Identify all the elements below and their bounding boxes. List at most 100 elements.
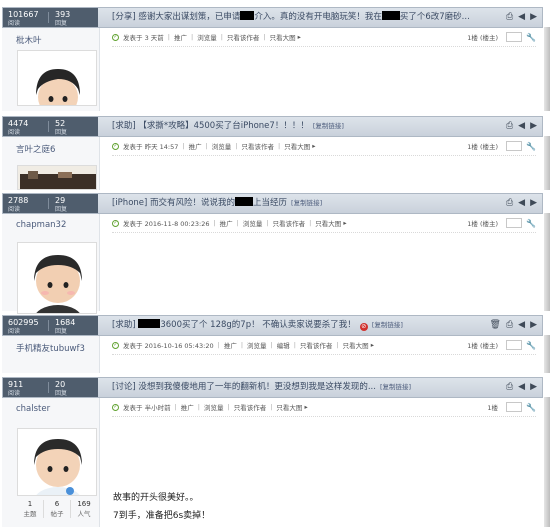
post-dot-icon: ✓ bbox=[112, 341, 119, 349]
post-header: 2788 阅读 29 回复 [iPhone] 而交有风险！说说我的 上当经历 [复制链接… bbox=[2, 193, 543, 214]
jump-input[interactable] bbox=[506, 402, 523, 412]
thread-tools: 🗑 ⎙ ◀ ▶ bbox=[482, 316, 542, 335]
post-stats: 4474 阅读 52 回复 bbox=[3, 117, 98, 136]
post-dot-icon: ✓ bbox=[112, 33, 119, 41]
thread-title[interactable]: [讨论] 没想到我傻傻地用了一年的翻新机！更没想到我是这样发现的... [复制链接… bbox=[98, 378, 490, 397]
jump-input[interactable] bbox=[506, 32, 523, 42]
deny-icon: ⊘ bbox=[359, 323, 368, 331]
author-sidebar: 手机精友tubuwf3 bbox=[2, 336, 100, 373]
next-arrow-icon[interactable]: ▶ bbox=[530, 194, 537, 213]
topics-stat[interactable]: 1 主题 bbox=[17, 500, 44, 518]
post-header: 4474 阅读 52 回复 [求助] 【求撕*攻略】4500买了台iPhone7！！… bbox=[2, 116, 543, 137]
author-sidebar: 言叶之庭6 bbox=[2, 137, 100, 190]
prev-arrow-icon[interactable]: ◀ bbox=[518, 8, 525, 27]
post-stats: 911 阅读 20 回复 bbox=[3, 378, 98, 397]
thread-title[interactable]: [求助] 【求撕*攻略】4500买了台iPhone7！！！！ [复制链接] bbox=[98, 117, 490, 136]
next-arrow-icon[interactable]: ▶ bbox=[530, 378, 537, 397]
post-dot-icon: ✓ bbox=[112, 219, 119, 227]
thread-title[interactable]: [iPhone] 而交有风险！说说我的 上当经历 [复制链接] bbox=[98, 194, 490, 213]
thread-tools: ⎙ ◀ ▶ bbox=[490, 194, 542, 213]
post-3: 2788 阅读 29 回复 [iPhone] 而交有风险！说说我的 上当经历 [复制链接… bbox=[0, 193, 550, 314]
wrench-icon[interactable]: 🔧 bbox=[526, 142, 536, 151]
popularity-stat[interactable]: 169 人气 bbox=[71, 500, 97, 518]
copy-link[interactable]: [复制链接] bbox=[380, 383, 411, 391]
prev-arrow-icon[interactable]: ◀ bbox=[518, 117, 525, 136]
author-name[interactable]: 枇木叶 bbox=[16, 34, 42, 46]
post-header: 602995 阅读 1684 回复 [求助] 3600买了个 128g的7p！ 不确… bbox=[2, 315, 543, 336]
post-meta-bar: ✓ 发表于 3 天前 | 推广 | 浏览量 | 只看该作者 | 只看大图 ▸ 1楼 (楼… bbox=[112, 28, 536, 47]
post-header: 911 阅读 20 回复 [讨论] 没想到我傻傻地用了一年的翻新机！更没想到我是这样… bbox=[2, 377, 543, 398]
post-dot-icon: ✓ bbox=[112, 403, 119, 411]
redaction-bar bbox=[138, 319, 161, 328]
jump-input[interactable] bbox=[506, 218, 523, 228]
floor-label: 1楼 bbox=[487, 404, 499, 412]
copy-link[interactable]: [复制链接] bbox=[372, 321, 403, 329]
post-5: 911 阅读 20 回复 [讨论] 没想到我傻傻地用了一年的翻新机！更没想到我是这样… bbox=[0, 377, 550, 527]
print-icon[interactable]: ⎙ bbox=[506, 316, 513, 335]
author-sidebar: chapman32 bbox=[2, 214, 100, 314]
redaction-bar bbox=[235, 197, 254, 206]
views-stat: 2788 阅读 bbox=[8, 196, 29, 213]
wrench-icon[interactable]: 🔧 bbox=[526, 403, 536, 412]
replies-stat: 52 回复 bbox=[48, 117, 97, 136]
post-stats: 602995 阅读 1684 回复 bbox=[3, 316, 98, 335]
prev-arrow-icon[interactable]: ◀ bbox=[518, 194, 525, 213]
thread-title[interactable]: [求助] 3600买了个 128g的7p！ 不确认卖家说要杀了我！ ⊘ [复制链接] bbox=[98, 316, 482, 335]
views-stat: 602995 阅读 bbox=[8, 318, 39, 335]
post-stats: 2788 阅读 29 回复 bbox=[3, 194, 98, 213]
thread-tools: ⎙ ◀ ▶ bbox=[490, 117, 542, 136]
avatar[interactable] bbox=[17, 242, 97, 314]
wrench-icon[interactable]: 🔧 bbox=[526, 219, 536, 228]
views-stat: 4474 阅读 bbox=[8, 119, 29, 136]
next-arrow-icon[interactable]: ▶ bbox=[530, 316, 537, 335]
floor-label: 1楼 (楼主) bbox=[467, 143, 499, 151]
next-arrow-icon[interactable]: ▶ bbox=[530, 8, 537, 27]
post-body-line-1: 故事的开头很美好。。 bbox=[113, 493, 199, 503]
avatar[interactable] bbox=[17, 165, 97, 190]
views-stat: 911 阅读 bbox=[8, 380, 24, 397]
post-4: 602995 阅读 1684 回复 [求助] 3600买了个 128g的7p！ 不确… bbox=[0, 315, 550, 373]
avatar[interactable] bbox=[17, 50, 97, 106]
wrench-icon[interactable]: 🔧 bbox=[526, 341, 536, 350]
thread-title[interactable]: [分享] 感谢大家出谋划策，已申请 介入。真的没有开电脑玩笑！我在 买了个6改7磨砂… bbox=[98, 8, 490, 27]
jump-input[interactable] bbox=[506, 141, 523, 151]
wrench-icon[interactable]: 🔧 bbox=[526, 33, 536, 42]
author-name[interactable]: chalster bbox=[16, 404, 50, 414]
post-meta-bar: ✓ 发表于 半小时前 | 推广 | 浏览量 | 只看该作者 | 只看大图 ▸ 1楼 🔧 bbox=[112, 398, 536, 417]
thread-tools: ⎙ ◀ ▶ bbox=[490, 8, 542, 27]
post-2: 4474 阅读 52 回复 [求助] 【求撕*攻略】4500买了台iPhone7！！… bbox=[0, 116, 550, 190]
prev-arrow-icon[interactable]: ◀ bbox=[518, 378, 525, 397]
floor-label: 1楼 (楼主) bbox=[467, 342, 499, 350]
copy-link[interactable]: [复制链接] bbox=[313, 122, 344, 130]
print-icon[interactable]: ⎙ bbox=[506, 194, 513, 213]
author-stats: 1 主题 6 帖子 169 人气 bbox=[17, 500, 97, 518]
prev-arrow-icon[interactable]: ◀ bbox=[518, 316, 525, 335]
author-name[interactable]: 手机精友tubuwf3 bbox=[16, 342, 85, 354]
print-icon[interactable]: ⎙ bbox=[506, 378, 513, 397]
author-sidebar: chalster 1 主题 6 帖子 169 人气 bbox=[2, 398, 100, 527]
replies-stat: 393 回复 bbox=[48, 8, 97, 27]
replies-stat: 20 回复 bbox=[48, 378, 97, 397]
print-icon[interactable]: ⎙ bbox=[506, 8, 513, 27]
avatar[interactable] bbox=[17, 428, 97, 496]
redaction-bar bbox=[381, 11, 400, 20]
thread-tools: ⎙ ◀ ▶ bbox=[490, 378, 542, 397]
author-sidebar: 枇木叶 bbox=[2, 28, 100, 111]
post-header: 101667 阅读 393 回复 [分享] 感谢大家出谋划策，已申请 介入。真的没有开… bbox=[2, 7, 543, 28]
jump-input[interactable] bbox=[506, 340, 523, 350]
post-meta-bar: ✓ 发表于 昨天 14:57 | 推广 | 浏览量 | 只看该作者 | 只看大图 ▸ 1… bbox=[112, 137, 536, 156]
post-meta-bar: ✓ 发表于 2016-11-8 00:23:26 | 推广 | 浏览量 | 只看该作者… bbox=[112, 214, 536, 233]
author-name[interactable]: chapman32 bbox=[16, 220, 66, 230]
print-icon[interactable]: ⎙ bbox=[506, 117, 513, 136]
copy-link[interactable]: [复制链接] bbox=[291, 199, 322, 207]
post-1: 101667 阅读 393 回复 [分享] 感谢大家出谋划策，已申请 介入。真的没有开… bbox=[0, 7, 550, 111]
floor-label: 1楼 (楼主) bbox=[467, 220, 499, 228]
author-name[interactable]: 言叶之庭6 bbox=[16, 143, 55, 155]
post-meta-bar: ✓ 发表于 2016-10-16 05:43:20 | 推广 | 浏览量 | 编辑 | … bbox=[112, 336, 536, 355]
post-dot-icon: ✓ bbox=[112, 142, 119, 150]
posts-stat[interactable]: 6 帖子 bbox=[44, 500, 71, 518]
replies-stat: 1684 回复 bbox=[48, 316, 97, 335]
post-stats: 101667 阅读 393 回复 bbox=[3, 8, 98, 27]
trash-icon[interactable]: 🗑 bbox=[490, 316, 501, 335]
next-arrow-icon[interactable]: ▶ bbox=[530, 117, 537, 136]
